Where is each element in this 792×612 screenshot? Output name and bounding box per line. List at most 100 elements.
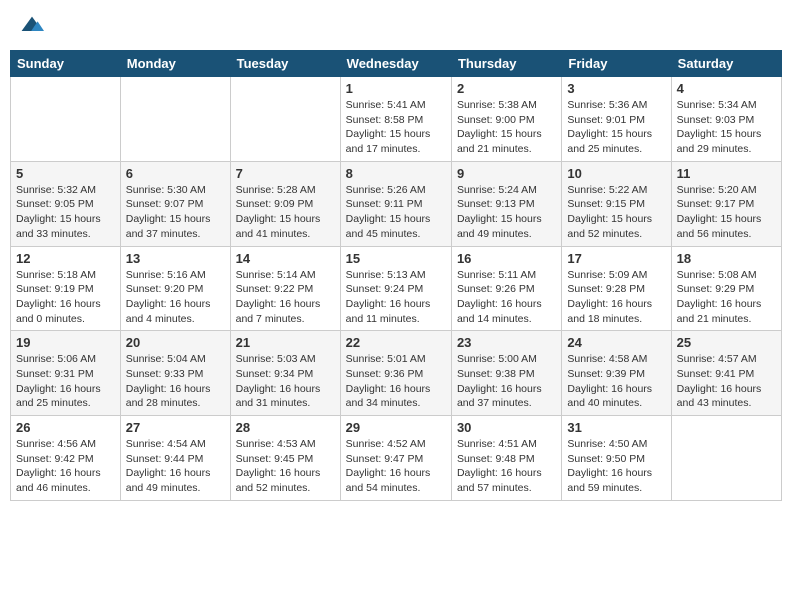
calendar-week-row: 19 Sunrise: 5:06 AM Sunset: 9:31 PM Dayli… (11, 331, 782, 416)
calendar-cell: 9 Sunrise: 5:24 AM Sunset: 9:13 PM Daylig… (451, 161, 561, 246)
calendar-header-row: SundayMondayTuesdayWednesdayThursdayFrid… (11, 51, 782, 77)
calendar-cell: 10Sunrise: 5:22 AM Sunset: 9:15 PM Dayli… (562, 161, 671, 246)
calendar-cell: 20Sunrise: 5:04 AM Sunset: 9:33 PM Dayli… (120, 331, 230, 416)
calendar-cell (671, 416, 781, 501)
day-info: Sunrise: 5:28 AM Sunset: 9:09 PM Dayligh… (236, 183, 335, 242)
day-number: 14 (236, 251, 335, 266)
calendar-cell: 4 Sunrise: 5:34 AM Sunset: 9:03 PM Daylig… (671, 77, 781, 162)
calendar-cell: 3 Sunrise: 5:36 AM Sunset: 9:01 PM Daylig… (562, 77, 671, 162)
calendar-cell: 26 Sunrise: 4:56 AM Sunset: 9:42 PM Dayli… (11, 416, 121, 501)
calendar-cell: 14 Sunrise: 5:14 AM Sunset: 9:22 PM Dayli… (230, 246, 340, 331)
day-info: Sunrise: 5:13 AM Sunset: 9:24 PM Dayligh… (346, 268, 446, 327)
day-info: Sunrise: 5:09 AM Sunset: 9:28 PM Dayligh… (567, 268, 665, 327)
day-info: Sunrise: 5:41 AM Sunset: 8:58 PM Dayligh… (346, 98, 446, 157)
calendar-cell: 29Sunrise: 4:52 AM Sunset: 9:47 PM Dayli… (340, 416, 451, 501)
calendar-cell: 24Sunrise: 4:58 AM Sunset: 9:39 PM Dayli… (562, 331, 671, 416)
day-number: 11 (677, 166, 776, 181)
calendar-cell: 19 Sunrise: 5:06 AM Sunset: 9:31 PM Dayli… (11, 331, 121, 416)
day-info: Sunrise: 5:32 AM Sunset: 9:05 PM Dayligh… (16, 183, 115, 242)
day-info: Sunrise: 5:06 AM Sunset: 9:31 PM Dayligh… (16, 352, 115, 411)
day-number: 21 (236, 335, 335, 350)
day-info: Sunrise: 5:14 AM Sunset: 9:22 PM Dayligh… (236, 268, 335, 327)
day-number: 13 (126, 251, 225, 266)
day-number: 22 (346, 335, 446, 350)
day-info: Sunrise: 5:24 AM Sunset: 9:13 PM Dayligh… (457, 183, 556, 242)
day-info: Sunrise: 4:54 AM Sunset: 9:44 PM Dayligh… (126, 437, 225, 496)
calendar-cell: 18 Sunrise: 5:08 AM Sunset: 9:29 PM Dayli… (671, 246, 781, 331)
day-number: 6 (126, 166, 225, 181)
day-info: Sunrise: 4:50 AM Sunset: 9:50 PM Dayligh… (567, 437, 665, 496)
calendar-cell: 31 Sunrise: 4:50 AM Sunset: 9:50 PM Dayli… (562, 416, 671, 501)
day-info: Sunrise: 5:20 AM Sunset: 9:17 PM Dayligh… (677, 183, 776, 242)
day-info: Sunrise: 4:57 AM Sunset: 9:41 PM Dayligh… (677, 352, 776, 411)
day-info: Sunrise: 5:03 AM Sunset: 9:34 PM Dayligh… (236, 352, 335, 411)
day-number: 8 (346, 166, 446, 181)
calendar-cell: 28 Sunrise: 4:53 AM Sunset: 9:45 PM Dayli… (230, 416, 340, 501)
calendar-cell: 7 Sunrise: 5:28 AM Sunset: 9:09 PM Daylig… (230, 161, 340, 246)
day-info: Sunrise: 4:58 AM Sunset: 9:39 PM Dayligh… (567, 352, 665, 411)
day-number: 18 (677, 251, 776, 266)
day-number: 26 (16, 420, 115, 435)
day-number: 4 (677, 81, 776, 96)
day-number: 3 (567, 81, 665, 96)
calendar-cell: 30 Sunrise: 4:51 AM Sunset: 9:48 PM Dayli… (451, 416, 561, 501)
day-info: Sunrise: 5:36 AM Sunset: 9:01 PM Dayligh… (567, 98, 665, 157)
calendar-cell: 17Sunrise: 5:09 AM Sunset: 9:28 PM Dayli… (562, 246, 671, 331)
day-number: 31 (567, 420, 665, 435)
calendar-cell (120, 77, 230, 162)
calendar-cell: 16 Sunrise: 5:11 AM Sunset: 9:26 PM Dayli… (451, 246, 561, 331)
calendar-cell (230, 77, 340, 162)
day-number: 30 (457, 420, 556, 435)
day-of-week-header: Sunday (11, 51, 121, 77)
day-info: Sunrise: 5:18 AM Sunset: 9:19 PM Dayligh… (16, 268, 115, 327)
day-of-week-header: Saturday (671, 51, 781, 77)
day-number: 23 (457, 335, 556, 350)
day-number: 1 (346, 81, 446, 96)
calendar-cell: 27 Sunrise: 4:54 AM Sunset: 9:44 PM Dayli… (120, 416, 230, 501)
day-info: Sunrise: 4:51 AM Sunset: 9:48 PM Dayligh… (457, 437, 556, 496)
day-info: Sunrise: 4:56 AM Sunset: 9:42 PM Dayligh… (16, 437, 115, 496)
calendar-week-row: 26 Sunrise: 4:56 AM Sunset: 9:42 PM Dayli… (11, 416, 782, 501)
day-number: 5 (16, 166, 115, 181)
day-info: Sunrise: 5:04 AM Sunset: 9:33 PM Dayligh… (126, 352, 225, 411)
day-info: Sunrise: 5:01 AM Sunset: 9:36 PM Dayligh… (346, 352, 446, 411)
day-number: 27 (126, 420, 225, 435)
day-info: Sunrise: 5:11 AM Sunset: 9:26 PM Dayligh… (457, 268, 556, 327)
day-of-week-header: Friday (562, 51, 671, 77)
calendar-cell (11, 77, 121, 162)
day-of-week-header: Thursday (451, 51, 561, 77)
calendar-cell: 21 Sunrise: 5:03 AM Sunset: 9:34 PM Dayli… (230, 331, 340, 416)
calendar-cell: 11 Sunrise: 5:20 AM Sunset: 9:17 PM Dayli… (671, 161, 781, 246)
day-info: Sunrise: 4:53 AM Sunset: 9:45 PM Dayligh… (236, 437, 335, 496)
calendar-week-row: 12 Sunrise: 5:18 AM Sunset: 9:19 PM Dayli… (11, 246, 782, 331)
day-number: 19 (16, 335, 115, 350)
day-number: 16 (457, 251, 556, 266)
calendar: SundayMondayTuesdayWednesdayThursdayFrid… (10, 50, 782, 501)
day-number: 12 (16, 251, 115, 266)
day-number: 28 (236, 420, 335, 435)
day-number: 9 (457, 166, 556, 181)
day-info: Sunrise: 5:34 AM Sunset: 9:03 PM Dayligh… (677, 98, 776, 157)
calendar-week-row: 5 Sunrise: 5:32 AM Sunset: 9:05 PM Daylig… (11, 161, 782, 246)
day-number: 15 (346, 251, 446, 266)
calendar-cell: 12 Sunrise: 5:18 AM Sunset: 9:19 PM Dayli… (11, 246, 121, 331)
day-info: Sunrise: 5:16 AM Sunset: 9:20 PM Dayligh… (126, 268, 225, 327)
calendar-cell: 23 Sunrise: 5:00 AM Sunset: 9:38 PM Dayli… (451, 331, 561, 416)
day-of-week-header: Monday (120, 51, 230, 77)
day-of-week-header: Tuesday (230, 51, 340, 77)
logo-icon (20, 15, 44, 35)
calendar-cell: 2Sunrise: 5:38 AM Sunset: 9:00 PM Daylig… (451, 77, 561, 162)
day-info: Sunrise: 5:08 AM Sunset: 9:29 PM Dayligh… (677, 268, 776, 327)
calendar-cell: 5 Sunrise: 5:32 AM Sunset: 9:05 PM Daylig… (11, 161, 121, 246)
day-info: Sunrise: 5:00 AM Sunset: 9:38 PM Dayligh… (457, 352, 556, 411)
calendar-cell: 8Sunrise: 5:26 AM Sunset: 9:11 PM Daylig… (340, 161, 451, 246)
day-number: 2 (457, 81, 556, 96)
calendar-week-row: 1 Sunrise: 5:41 AM Sunset: 8:58 PM Daylig… (11, 77, 782, 162)
calendar-cell: 15 Sunrise: 5:13 AM Sunset: 9:24 PM Dayli… (340, 246, 451, 331)
day-info: Sunrise: 5:22 AM Sunset: 9:15 PM Dayligh… (567, 183, 665, 242)
day-number: 29 (346, 420, 446, 435)
day-number: 7 (236, 166, 335, 181)
calendar-cell: 25Sunrise: 4:57 AM Sunset: 9:41 PM Dayli… (671, 331, 781, 416)
calendar-cell: 22 Sunrise: 5:01 AM Sunset: 9:36 PM Dayli… (340, 331, 451, 416)
calendar-cell: 1 Sunrise: 5:41 AM Sunset: 8:58 PM Daylig… (340, 77, 451, 162)
